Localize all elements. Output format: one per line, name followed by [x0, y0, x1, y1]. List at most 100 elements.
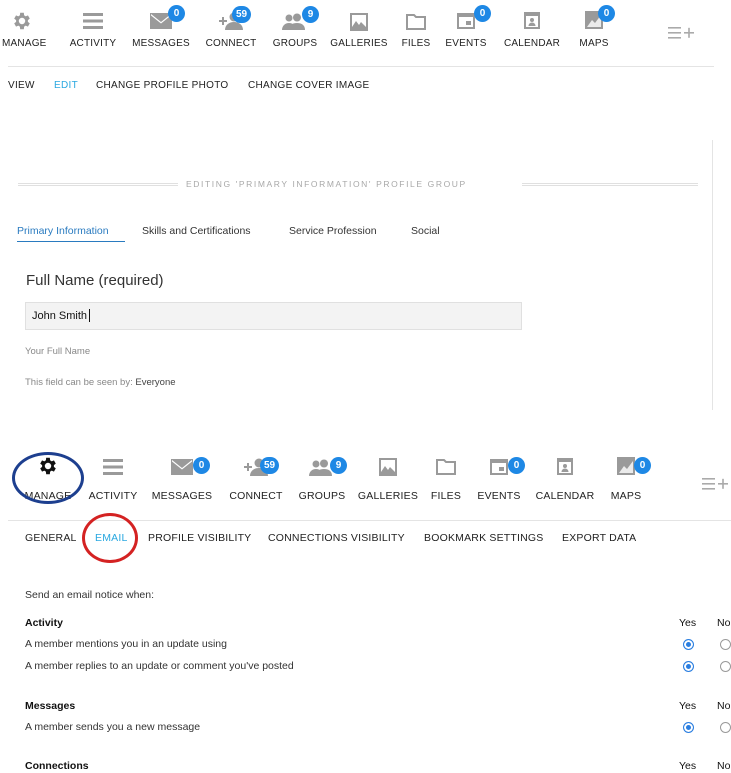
nav-groups[interactable]: 9 GROUPS [268, 0, 322, 60]
maps-badge: 0 [634, 457, 651, 474]
yes-column-header: Yes [679, 760, 697, 772]
calendar-icon [524, 12, 540, 29]
nav-label: MAPS [610, 490, 642, 502]
nav-manage[interactable]: MANAGE [22, 443, 74, 503]
activity-list-icon [103, 459, 123, 475]
maps-badge: 0 [598, 5, 615, 22]
gear-icon [40, 457, 56, 475]
groups-badge: 9 [330, 457, 347, 474]
events-badge: 0 [474, 5, 491, 22]
galleries-icon [379, 458, 397, 476]
radio-yes[interactable] [683, 639, 694, 650]
events-badge: 0 [508, 457, 525, 474]
nav-messages[interactable]: 0 MESSAGES [150, 443, 214, 503]
nav-connect[interactable]: 59 CONNECT [200, 0, 262, 60]
active-tab-underline [17, 241, 125, 242]
tab-service-profession[interactable]: Service Profession [289, 225, 377, 237]
tab-skills-certifications[interactable]: Skills and Certifications [142, 225, 251, 237]
nav-messages[interactable]: 0 MESSAGES [130, 0, 192, 60]
full-name-input[interactable] [25, 302, 522, 330]
nav-galleries[interactable]: GALLERIES [328, 0, 390, 60]
no-column-header: No [717, 700, 731, 712]
group-heading-connections: Connections [25, 760, 89, 772]
nav-files[interactable]: FILES [426, 443, 466, 503]
events-icon [490, 459, 508, 475]
nav-label: ACTIVITY [88, 490, 138, 502]
nav-manage[interactable]: MANAGE [2, 0, 47, 60]
maps-icon [617, 457, 635, 475]
tab-bookmark-settings[interactable]: BOOKMARK SETTINGS [424, 532, 544, 544]
radio-yes[interactable] [683, 722, 694, 733]
radio-no[interactable] [720, 722, 731, 733]
nav-events[interactable]: 0 EVENTS [474, 443, 525, 503]
setting-row-label: A member replies to an update or comment… [25, 660, 294, 672]
group-heading-activity: Activity [25, 617, 63, 629]
settings-subnav: GENERAL EMAIL PROFILE VISIBILITY CONNECT… [0, 532, 731, 548]
groups-badge: 9 [302, 6, 319, 23]
content-border [712, 140, 713, 410]
email-intro: Send an email notice when: [25, 589, 154, 601]
nav-maps[interactable]: 0 MAPS [604, 443, 651, 503]
yes-column-header: Yes [679, 700, 697, 712]
nav-galleries[interactable]: GALLERIES [356, 443, 420, 503]
setting-row-label: A member sends you a new message [25, 721, 201, 733]
message-icon [171, 459, 193, 475]
nav-label: GALLERIES [330, 38, 388, 49]
tab-view[interactable]: VIEW [8, 80, 35, 91]
nav-label: MANAGE [2, 38, 47, 49]
radio-no[interactable] [720, 639, 731, 650]
nav-label: MESSAGES [151, 490, 213, 502]
nav-label: CONNECT [229, 490, 283, 502]
nav-calendar[interactable]: CALENDAR [532, 443, 598, 503]
tab-primary-information[interactable]: Primary Information [17, 225, 109, 237]
nav-label: FILES [401, 38, 431, 49]
full-name-label: Full Name (required) [26, 272, 164, 289]
activity-list-icon [83, 13, 103, 29]
profile-group-title: EDITING 'PRIMARY INFORMATION' PROFILE GR… [186, 179, 467, 189]
nav-activity[interactable]: ACTIVITY [66, 0, 120, 60]
visibility-prefix: This field can be seen by: [25, 377, 136, 388]
connect-badge: 59 [232, 6, 252, 23]
nav-calendar[interactable]: CALENDAR [500, 0, 564, 60]
email-settings-screenshot: MANAGE ACTIVITY 0 MESSAGES 59 CONNECT 9 … [0, 443, 731, 773]
nav-label: GROUPS [272, 38, 318, 49]
nav-label: EVENTS [477, 490, 521, 502]
tab-profile-visibility[interactable]: PROFILE VISIBILITY [148, 532, 251, 544]
group-heading-messages: Messages [25, 700, 76, 712]
nav-label: GALLERIES [357, 490, 419, 502]
radio-no[interactable] [720, 661, 731, 672]
visibility-value[interactable]: Everyone [135, 377, 175, 388]
nav-maps[interactable]: 0 MAPS [572, 0, 616, 60]
nav-activity[interactable]: ACTIVITY [88, 443, 138, 503]
nav-connect[interactable]: 59 CONNECT [226, 443, 286, 503]
nav-events[interactable]: 0 EVENTS [442, 0, 491, 60]
messages-badge: 0 [193, 457, 210, 474]
gear-icon [14, 12, 30, 30]
no-column-header: No [717, 617, 731, 629]
setting-row-label: A member mentions you in an update using [25, 638, 227, 650]
nav-label: CONNECT [205, 38, 257, 49]
profile-group-tabs: Primary Information Skills and Certifica… [0, 225, 731, 245]
main-nav-bottom: MANAGE ACTIVITY 0 MESSAGES 59 CONNECT 9 … [0, 443, 731, 503]
tab-change-profile-photo[interactable]: CHANGE PROFILE PHOTO [96, 80, 229, 91]
calendar-icon [557, 458, 573, 475]
yes-column-header: Yes [679, 617, 697, 629]
main-nav-top: MANAGE ACTIVITY 0 MESSAGES 59 CONNECT 9 … [0, 0, 731, 60]
tab-social[interactable]: Social [411, 225, 440, 237]
tab-change-cover-image[interactable]: CHANGE COVER IMAGE [248, 80, 370, 91]
nav-label: MANAGE [24, 490, 72, 502]
nav-label: MESSAGES [132, 38, 190, 49]
connect-badge: 59 [260, 457, 280, 474]
tab-email[interactable]: EMAIL [95, 532, 128, 544]
nav-groups[interactable]: 9 GROUPS [296, 443, 348, 503]
tab-export-data[interactable]: EXPORT DATA [562, 532, 636, 544]
menu-plus-icon[interactable] [668, 26, 694, 40]
menu-plus-icon[interactable] [702, 477, 728, 491]
radio-yes[interactable] [683, 661, 694, 672]
tab-general[interactable]: GENERAL [25, 532, 77, 544]
nav-label: CALENDAR [535, 490, 595, 502]
nav-files[interactable]: FILES [396, 0, 436, 60]
tab-connections-visibility[interactable]: CONNECTIONS VISIBILITY [268, 532, 405, 544]
tab-edit[interactable]: EDIT [54, 80, 78, 91]
nav-label: GROUPS [298, 490, 346, 502]
